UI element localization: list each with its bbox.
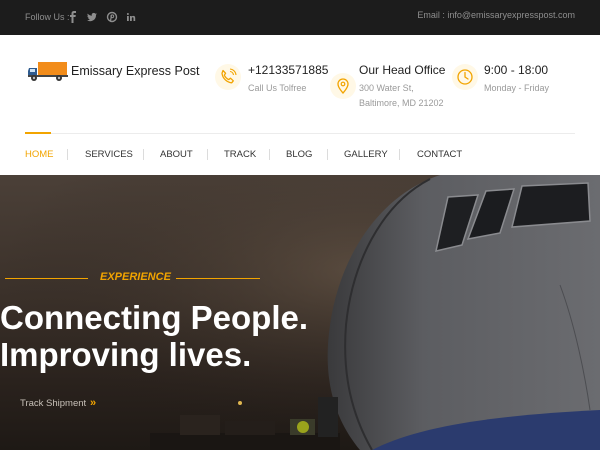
office-address-line2: Baltimore, MD 21202 (359, 98, 444, 108)
nav-separator (327, 149, 328, 160)
pinterest-icon[interactable] (106, 10, 120, 24)
brand-name[interactable]: Emissary Express Post (71, 64, 200, 78)
nav-item-contact[interactable]: CONTACT (417, 149, 462, 160)
nav-active-indicator (25, 132, 51, 134)
nav-item-services[interactable]: SERVICES (85, 149, 133, 160)
nav-separator (269, 149, 270, 160)
eyebrow-line-right (176, 278, 260, 279)
eyebrow-line-left (5, 278, 88, 279)
linkedin-icon[interactable] (125, 10, 139, 24)
nav-item-blog[interactable]: BLOG (286, 149, 312, 160)
email-link[interactable]: Email : info@emissaryexpresspost.com (417, 10, 575, 20)
track-shipment-link[interactable]: Track Shipment (20, 398, 86, 409)
nav-item-about[interactable]: ABOUT (160, 149, 193, 160)
nav-divider (25, 133, 575, 134)
phone-caption: Call Us Tolfree (248, 83, 307, 93)
office-address-line1: 300 Water St, (359, 83, 414, 93)
nav-separator (207, 149, 208, 160)
nav-separator (399, 149, 400, 160)
twitter-icon[interactable] (86, 10, 100, 24)
phone-icon (215, 64, 241, 90)
hours-title: 9:00 - 18:00 (484, 63, 549, 77)
hero-headline: Connecting People. Improving lives. (0, 299, 308, 373)
double-chevron-right-icon[interactable]: » (90, 397, 96, 409)
office-title: Our Head Office (359, 63, 446, 77)
nav-item-gallery[interactable]: GALLERY (344, 149, 388, 160)
nav-item-track[interactable]: TRACK (224, 149, 256, 160)
nav-separator (143, 149, 144, 160)
nav-separator (67, 149, 68, 160)
hero-eyebrow: EXPERIENCE (100, 271, 171, 283)
truck-logo-icon[interactable] (28, 60, 68, 82)
phone-number[interactable]: +12133571885 (248, 63, 328, 77)
hero-headline-line1: Connecting People. (0, 299, 309, 336)
hero-banner: EXPERIENCE Connecting People. Improving … (0, 175, 600, 450)
follow-us-label: Follow Us : (25, 12, 70, 22)
nav-item-home[interactable]: HOME (25, 149, 54, 160)
location-pin-icon (330, 73, 356, 99)
clock-icon (452, 64, 478, 90)
hours-caption: Monday - Friday (484, 83, 550, 93)
hero-headline-line2: Improving lives. (0, 336, 252, 373)
top-bar: Follow Us : Email : info@emissaryexpress… (0, 0, 600, 35)
facebook-icon[interactable] (68, 10, 82, 24)
